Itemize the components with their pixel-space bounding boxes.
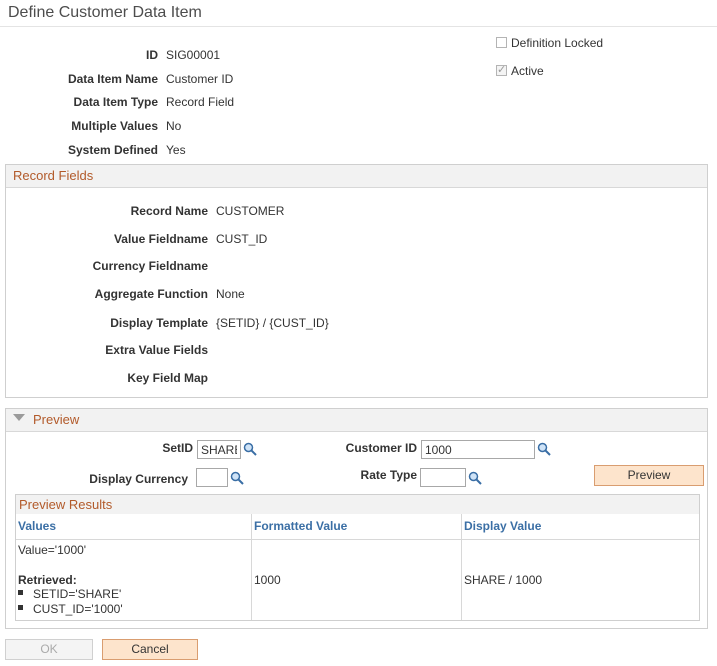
customer-id-lookup-icon[interactable]: [537, 442, 551, 456]
setid-label: SetID: [162, 441, 193, 455]
preview-header-label: Preview: [33, 412, 80, 427]
display-template-label: Display Template: [110, 316, 208, 330]
value-fieldname-label: Value Fieldname: [113, 232, 208, 246]
result-value-line: Value='1000': [18, 543, 87, 557]
system-defined-label: System Defined: [67, 143, 158, 157]
system-defined-value: Yes: [166, 143, 186, 157]
ok-button[interactable]: OK: [5, 639, 93, 660]
data-item-type-value: Record Field: [166, 95, 235, 109]
column-divider-1: [251, 514, 252, 620]
display-currency-lookup-icon[interactable]: [230, 471, 244, 485]
multiple-values-value: No: [166, 119, 182, 133]
customer-id-input[interactable]: [421, 440, 535, 459]
value-fieldname-value: CUST_ID: [216, 232, 268, 246]
preview-button[interactable]: Preview: [594, 465, 704, 486]
aggregate-function-value: None: [216, 287, 245, 301]
rate-type-lookup-icon[interactable]: [468, 471, 482, 485]
column-divider-2: [461, 514, 462, 620]
data-item-type-label: Data Item Type: [73, 95, 158, 109]
collapse-triangle-icon[interactable]: [13, 414, 25, 422]
display-template-value: {SETID} / {CUST_ID}: [216, 316, 329, 330]
result-retrieved-item: SETID='SHARE': [33, 587, 122, 601]
data-item-name-value: Customer ID: [166, 72, 234, 86]
result-retrieved-item: CUST_ID='1000': [33, 602, 123, 616]
display-currency-input[interactable]: [196, 468, 228, 487]
definition-locked-label: Definition Locked: [511, 36, 604, 50]
currency-fieldname-label: Currency Fieldname: [92, 259, 208, 273]
column-header-display-value: Display Value: [464, 519, 542, 533]
display-currency-label: Display Currency: [89, 472, 188, 486]
preview-header[interactable]: Preview: [6, 409, 707, 432]
rate-type-label: Rate Type: [360, 468, 417, 482]
result-formatted-value: 1000: [254, 573, 281, 587]
result-retrieved-label: Retrieved:: [18, 573, 77, 587]
multiple-values-label: Multiple Values: [71, 119, 158, 133]
rate-type-input[interactable]: [420, 468, 466, 487]
aggregate-function-label: Aggregate Function: [94, 287, 208, 301]
result-display-value: SHARE / 1000: [464, 573, 543, 587]
title-divider: [0, 26, 717, 27]
record-name-label: Record Name: [130, 204, 208, 218]
record-fields-header: Record Fields: [6, 165, 707, 188]
data-item-name-label: Data Item Name: [67, 72, 158, 86]
record-name-value: CUSTOMER: [216, 204, 285, 218]
preview-results-header: Preview Results: [16, 495, 699, 515]
customer-id-label: Customer ID: [345, 441, 417, 455]
cancel-button[interactable]: Cancel: [102, 639, 198, 660]
results-column-header-row: [16, 514, 699, 540]
setid-lookup-icon[interactable]: [243, 442, 257, 456]
bullet-icon: [18, 605, 23, 610]
active-checkbox[interactable]: [496, 63, 507, 76]
definition-locked-checkbox[interactable]: [496, 37, 507, 48]
record-fields-section: Record Fields: [5, 164, 708, 398]
key-field-map-label: Key Field Map: [127, 371, 208, 385]
id-value: SIG00001: [166, 48, 221, 62]
column-header-values: Values: [18, 519, 57, 533]
extra-value-fields-label: Extra Value Fields: [105, 343, 208, 357]
active-label: Active: [511, 64, 544, 78]
setid-input[interactable]: [197, 440, 241, 459]
id-label: ID: [146, 48, 158, 62]
bullet-icon: [18, 590, 23, 595]
column-header-formatted-value: Formatted Value: [254, 519, 348, 533]
page-title: Define Customer Data Item: [8, 4, 202, 21]
